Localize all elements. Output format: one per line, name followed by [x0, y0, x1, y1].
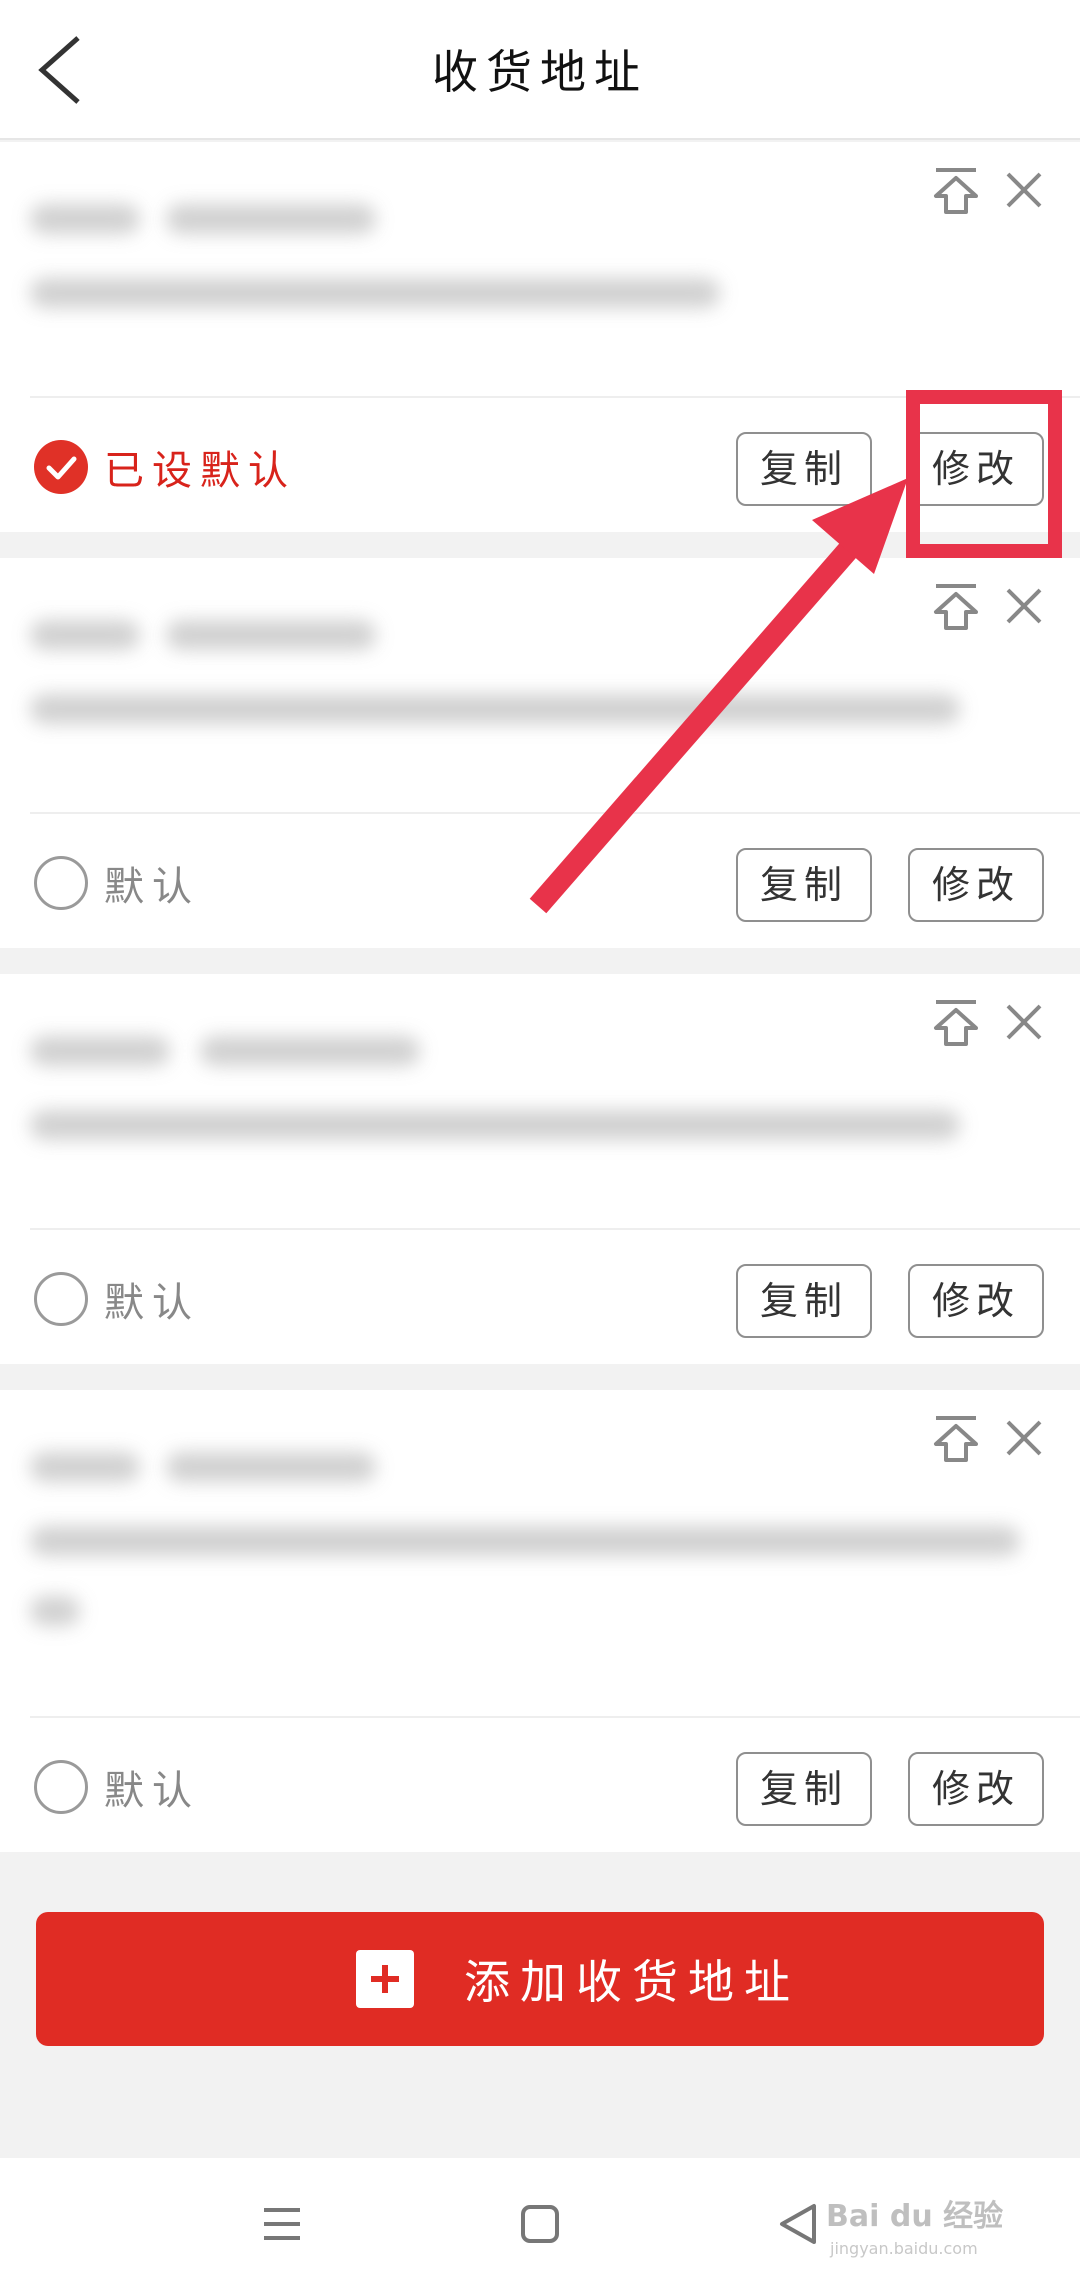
- watermark-brand: Bai du 经验: [826, 2199, 1003, 2234]
- plus-icon: [356, 1950, 414, 2008]
- default-radio[interactable]: [34, 856, 88, 910]
- address-card: 默认 复制 修改: [0, 974, 1080, 1364]
- default-label[interactable]: 已设默认: [104, 438, 296, 496]
- copy-button[interactable]: 复制: [736, 432, 872, 506]
- header-bar: 收货地址: [0, 0, 1080, 140]
- address-actions: 默认 复制 修改: [0, 1718, 1080, 1852]
- default-label[interactable]: 默认: [104, 854, 200, 912]
- copy-button[interactable]: 复制: [736, 1264, 872, 1338]
- edit-button[interactable]: 修改: [908, 1752, 1044, 1826]
- highlight-box: [906, 390, 1062, 558]
- default-label[interactable]: 默认: [104, 1758, 200, 1816]
- address-info-blurred[interactable]: [0, 142, 1080, 394]
- watermark-url: jingyan.baidu.com: [829, 2239, 978, 2258]
- close-icon[interactable]: [998, 996, 1050, 1048]
- page-title: 收货地址: [432, 45, 648, 99]
- pin-top-icon[interactable]: [928, 162, 984, 218]
- address-info-blurred[interactable]: [0, 558, 1080, 810]
- copy-button[interactable]: 复制: [736, 848, 872, 922]
- menu-icon[interactable]: [252, 2194, 312, 2254]
- home-icon[interactable]: [510, 2194, 570, 2254]
- close-icon[interactable]: [998, 1412, 1050, 1464]
- address-card: 默认 复制 修改: [0, 1390, 1080, 1852]
- baidu-jingyan-watermark: Bai du 经验 jingyan.baidu.com: [826, 2199, 1003, 2258]
- edit-button[interactable]: 修改: [908, 848, 1044, 922]
- address-info-blurred[interactable]: [0, 974, 1080, 1226]
- back-triangle-icon[interactable]: [768, 2194, 828, 2254]
- address-info-blurred[interactable]: [0, 1390, 1080, 1714]
- default-radio-checked[interactable]: [34, 440, 88, 494]
- pin-top-icon[interactable]: [928, 578, 984, 634]
- address-actions: 默认 复制 修改: [0, 1230, 1080, 1364]
- address-actions: 默认 复制 修改: [0, 814, 1080, 948]
- close-icon[interactable]: [998, 580, 1050, 632]
- copy-button[interactable]: 复制: [736, 1752, 872, 1826]
- check-icon: [46, 456, 77, 480]
- add-address-button[interactable]: 添加收货地址: [36, 1912, 1044, 2046]
- add-address-label: 添加收货地址: [464, 1955, 800, 2009]
- pin-top-icon[interactable]: [928, 1410, 984, 1466]
- pin-top-icon[interactable]: [928, 994, 984, 1050]
- edit-button[interactable]: 修改: [908, 1264, 1044, 1338]
- address-card: 默认 复制 修改: [0, 558, 1080, 948]
- default-label[interactable]: 默认: [104, 1270, 200, 1328]
- default-radio[interactable]: [34, 1760, 88, 1814]
- close-icon[interactable]: [998, 164, 1050, 216]
- default-radio[interactable]: [34, 1272, 88, 1326]
